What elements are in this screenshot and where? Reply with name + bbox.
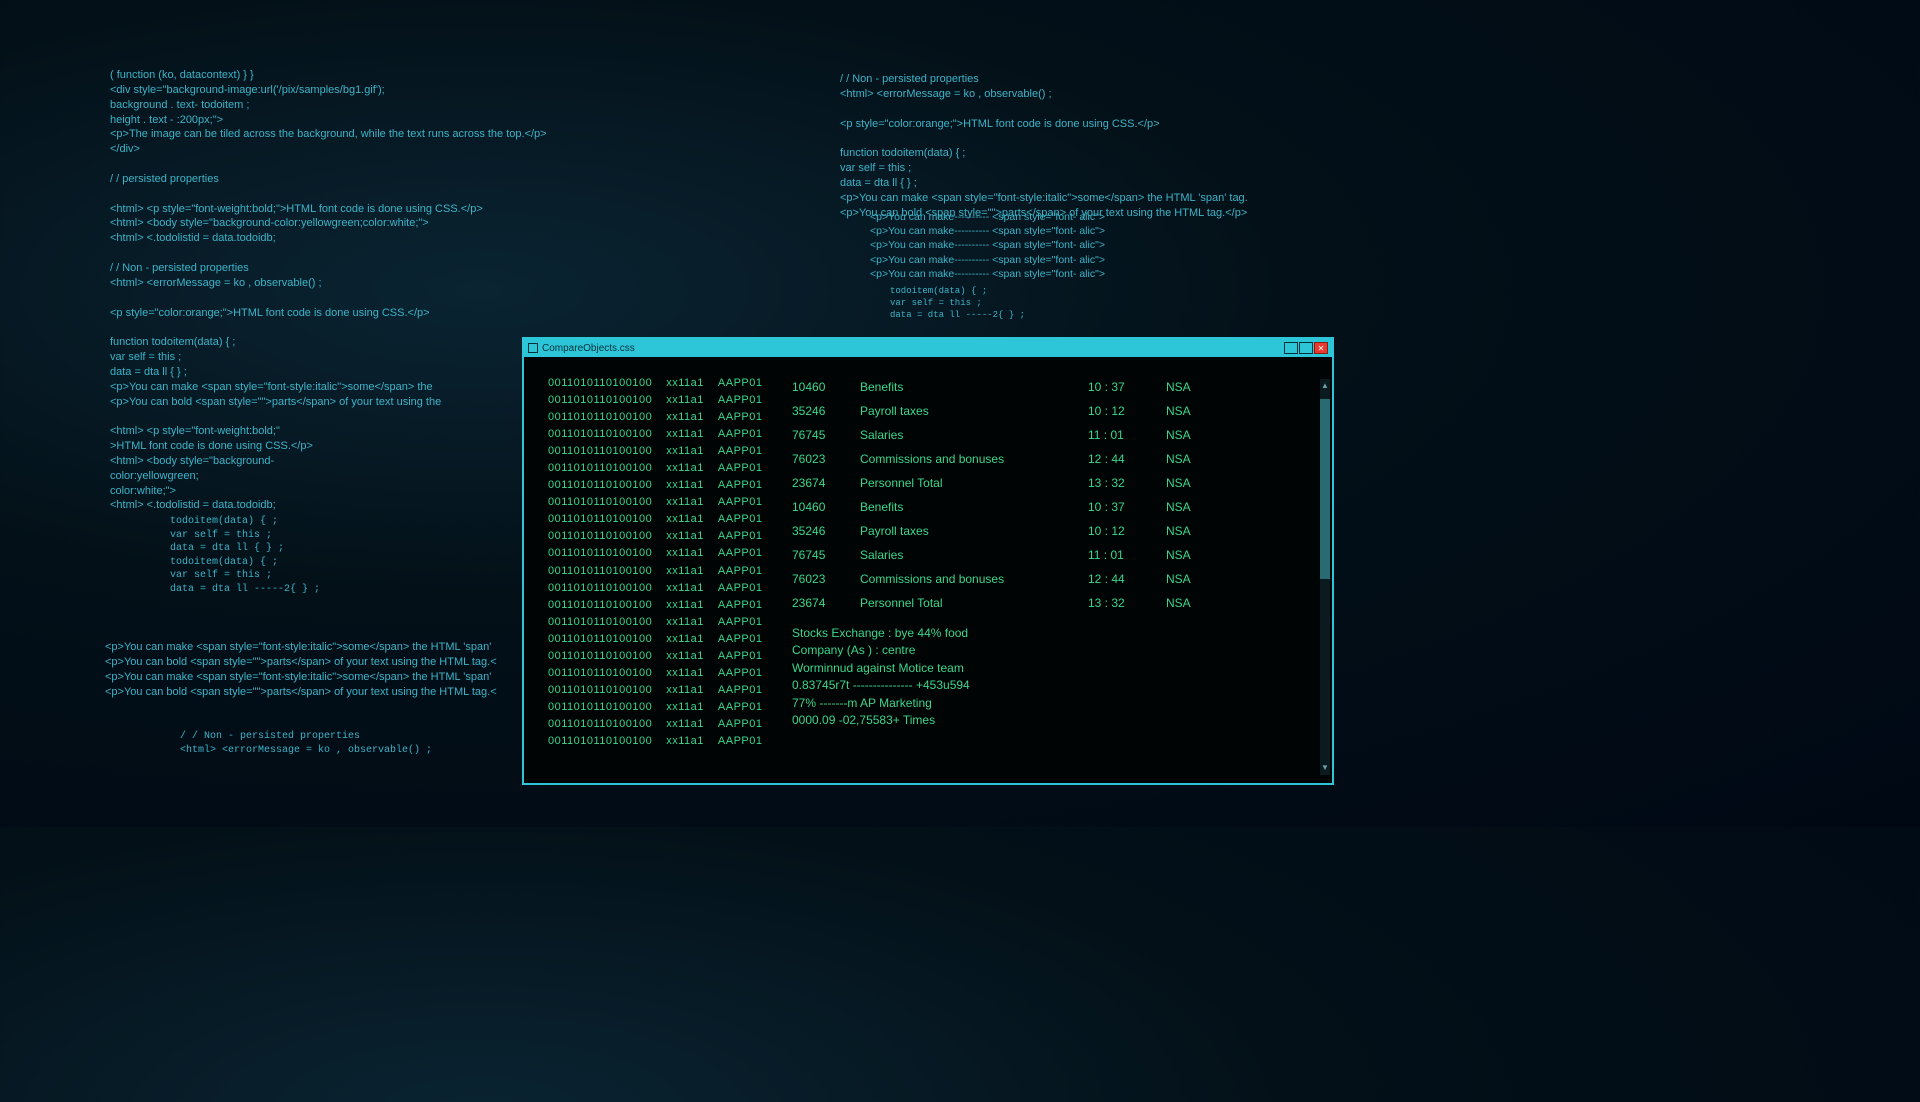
- table-row: 10460Benefits10 : 37NSA: [792, 495, 1322, 519]
- binary-row: 0011010110100100xx11a1AAPP01: [548, 511, 774, 528]
- binary-row: 0011010110100100xx11a1AAPP01: [548, 545, 774, 562]
- binary-row: 0011010110100100xx11a1AAPP01: [548, 375, 774, 392]
- background-code-left-bottom1: <p>You can make <span style="font-style:…: [105, 640, 497, 699]
- binary-row: 0011010110100100xx11a1AAPP01: [548, 665, 774, 682]
- binary-row: 0011010110100100xx11a1AAPP01: [548, 392, 774, 409]
- table-row: 76023Commissions and bonuses12 : 44NSA: [792, 447, 1322, 471]
- document-icon: [528, 343, 538, 353]
- binary-row: 0011010110100100xx11a1AAPP01: [548, 563, 774, 580]
- background-code-right-top: / / Non - persisted properties <html> <e…: [840, 72, 1290, 220]
- binary-row: 0011010110100100xx11a1AAPP01: [548, 716, 774, 733]
- background-code-right-mid: <p>You can make---------- <span style="f…: [870, 210, 1105, 281]
- table-row: 23674Personnel Total13 : 32NSA: [792, 591, 1322, 615]
- binary-row: 0011010110100100xx11a1AAPP01: [548, 682, 774, 699]
- table-row: 35246Payroll taxes10 : 12NSA: [792, 399, 1322, 423]
- maximize-button[interactable]: [1299, 342, 1313, 354]
- data-column: 10460Benefits10 : 37NSA35246Payroll taxe…: [774, 357, 1332, 783]
- binary-column: 0011010110100100xx11a1AAPP01001101011010…: [524, 357, 774, 783]
- scroll-down-icon[interactable]: ▼: [1320, 763, 1330, 773]
- binary-row: 0011010110100100xx11a1AAPP01: [548, 733, 774, 750]
- binary-row: 0011010110100100xx11a1AAPP01: [548, 580, 774, 597]
- minimize-button[interactable]: [1284, 342, 1298, 354]
- binary-row: 0011010110100100xx11a1AAPP01: [548, 443, 774, 460]
- stocks-info: Stocks Exchange : bye 44% foodCompany (A…: [792, 625, 1322, 729]
- table-row: 35246Payroll taxes10 : 12NSA: [792, 519, 1322, 543]
- binary-row: 0011010110100100xx11a1AAPP01: [548, 528, 774, 545]
- table-row: 23674Personnel Total13 : 32NSA: [792, 471, 1322, 495]
- background-code-right-small: todoitem(data) { ;var self = this ;data …: [890, 285, 1025, 321]
- binary-row: 0011010110100100xx11a1AAPP01: [548, 426, 774, 443]
- background-code-left-mid: todoitem(data) { ;var self = this ;data …: [170, 515, 320, 596]
- binary-row: 0011010110100100xx11a1AAPP01: [548, 494, 774, 511]
- scroll-up-icon[interactable]: ▲: [1320, 381, 1330, 391]
- binary-row: 0011010110100100xx11a1AAPP01: [548, 477, 774, 494]
- binary-row: 0011010110100100xx11a1AAPP01: [548, 409, 774, 426]
- window-titlebar[interactable]: CompareObjects.css ✕: [524, 339, 1332, 357]
- scrollbar[interactable]: ▲ ▼: [1320, 379, 1330, 775]
- close-button[interactable]: ✕: [1314, 342, 1328, 354]
- binary-row: 0011010110100100xx11a1AAPP01: [548, 631, 774, 648]
- table-row: 76745Salaries11 : 01NSA: [792, 543, 1322, 567]
- binary-row: 0011010110100100xx11a1AAPP01: [548, 460, 774, 477]
- binary-row: 0011010110100100xx11a1AAPP01: [548, 597, 774, 614]
- binary-row: 0011010110100100xx11a1AAPP01: [548, 699, 774, 716]
- table-row: 76023Commissions and bonuses12 : 44NSA: [792, 567, 1322, 591]
- table-row: 10460Benefits10 : 37NSA: [792, 375, 1322, 399]
- table-row: 76745Salaries11 : 01NSA: [792, 423, 1322, 447]
- background-code-left-bottom2: / / Non - persisted properties<html> <er…: [180, 730, 432, 757]
- window-title: CompareObjects.css: [542, 343, 635, 354]
- binary-row: 0011010110100100xx11a1AAPP01: [548, 648, 774, 665]
- scroll-thumb[interactable]: [1320, 399, 1330, 579]
- binary-row: 0011010110100100xx11a1AAPP01: [548, 614, 774, 631]
- compare-objects-window: CompareObjects.css ✕ 0011010110100100xx1…: [522, 337, 1334, 785]
